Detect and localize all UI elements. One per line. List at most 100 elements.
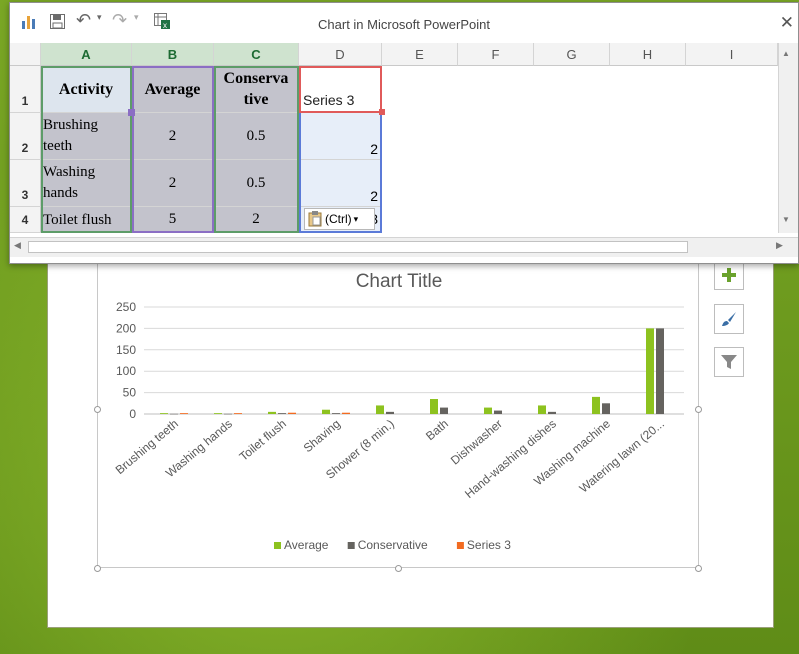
column-header-c[interactable]: C <box>214 43 299 66</box>
y-tick-label: 50 <box>123 386 137 400</box>
cell-c1[interactable]: Conserva tive <box>214 66 299 113</box>
scrollbar-thumb[interactable] <box>28 241 688 253</box>
column-header-a[interactable]: A <box>41 43 132 66</box>
resize-handle-bottom-right[interactable] <box>695 565 702 572</box>
cell-b3[interactable]: 2 <box>132 160 214 207</box>
column-header-g[interactable]: G <box>534 43 610 66</box>
bar-series-3 <box>342 412 350 414</box>
bar-average <box>322 409 330 414</box>
cell-c3[interactable]: 0.5 <box>214 160 299 207</box>
bar-average <box>646 328 654 414</box>
chart-area[interactable]: Chart Title 0 50 100 150 200 250 Brushing teeth… <box>97 258 699 568</box>
scroll-right-arrow-icon[interactable]: ▶ <box>776 240 783 251</box>
cell-b1[interactable]: Average <box>132 66 214 113</box>
bar-conservative <box>170 413 178 415</box>
scroll-down-arrow-icon[interactable]: ▼ <box>782 215 790 224</box>
cell-b4[interactable]: 5 <box>132 207 214 233</box>
legend-swatch <box>456 542 464 549</box>
clipboard-icon <box>308 211 322 227</box>
bar-series-3 <box>180 413 188 414</box>
chart-data-window: ↶ ▾ ↷ ▾ x Chart in Microsoft PowerPoint … <box>9 2 799 264</box>
chart-elements-icon <box>722 268 736 282</box>
row-header-4[interactable]: 4 <box>10 207 41 233</box>
chart-svg: Chart Title050100150200250Brushing teeth… <box>113 271 684 552</box>
column-header-h[interactable]: H <box>610 43 686 66</box>
bar-conservative <box>440 407 448 414</box>
column-header-i[interactable]: I <box>686 43 778 66</box>
cell-a4[interactable]: Toilet flush <box>41 207 132 233</box>
chart-styles-button[interactable] <box>714 304 744 334</box>
range-handle[interactable] <box>128 109 135 116</box>
bar-average <box>376 405 384 414</box>
y-tick-label: 250 <box>116 300 136 314</box>
spreadsheet-grid[interactable]: A B C D E F G H I ▲ ▼ 1 2 3 4 Activity A… <box>10 43 798 233</box>
x-tick-label: Shaving <box>301 417 343 456</box>
select-all-corner[interactable] <box>10 43 41 66</box>
chart-elements-button[interactable] <box>714 260 744 290</box>
x-tick-label: Hand-washing dishes <box>462 417 559 501</box>
column-header-f[interactable]: F <box>458 43 534 66</box>
legend-entry: Series 3 <box>467 538 511 552</box>
cell-d3[interactable]: 2 <box>299 160 382 207</box>
cell-d2[interactable]: 2 <box>299 113 382 160</box>
bar-conservative <box>278 413 286 414</box>
row-header-3[interactable]: 3 <box>10 160 41 207</box>
resize-handle-right[interactable] <box>695 406 702 413</box>
chart-title: Chart Title <box>356 271 443 292</box>
x-tick-label: Dishwasher <box>448 417 505 468</box>
bar-conservative <box>494 410 502 414</box>
bar-conservative <box>656 328 664 414</box>
range-handle[interactable] <box>379 109 385 115</box>
bar-conservative <box>332 413 340 414</box>
column-header-b[interactable]: B <box>132 43 214 66</box>
y-tick-label: 0 <box>129 407 136 421</box>
window-title: Chart in Microsoft PowerPoint <box>318 17 490 32</box>
cell-d1[interactable]: Series 3 <box>299 66 382 113</box>
legend-swatch <box>347 542 355 549</box>
bar-average <box>484 407 492 414</box>
row-header-1[interactable]: 1 <box>10 66 41 113</box>
bar-average <box>430 399 438 414</box>
bar-average <box>214 413 222 414</box>
chart-filters-icon <box>721 355 737 369</box>
horizontal-scrollbar[interactable]: ◀ ▶ <box>10 237 798 257</box>
row-header-2[interactable]: 2 <box>10 113 41 160</box>
bar-conservative <box>602 403 610 414</box>
resize-handle-bottom-left[interactable] <box>94 565 101 572</box>
y-tick-label: 100 <box>116 364 136 378</box>
legend-swatch <box>274 542 281 549</box>
paste-options-button[interactable]: (Ctrl) ▾ <box>304 208 375 230</box>
chart-styles-icon <box>722 312 736 326</box>
resize-handle-bottom[interactable] <box>395 565 402 572</box>
close-icon[interactable]: ✕ <box>780 13 794 33</box>
cell-c2[interactable]: 0.5 <box>214 113 299 160</box>
bar-conservative <box>386 411 394 414</box>
scroll-up-arrow-icon[interactable]: ▲ <box>782 49 790 58</box>
title-bar: ↶ ▾ ↷ ▾ x Chart in Microsoft PowerPoint … <box>10 3 798 43</box>
cell-b2[interactable]: 2 <box>132 113 214 160</box>
legend-entry: Average <box>284 538 329 552</box>
bar-conservative <box>548 411 556 414</box>
bar-conservative <box>224 413 232 415</box>
chevron-down-icon: ▾ <box>353 213 359 224</box>
cell-c4[interactable]: 2 <box>214 207 299 233</box>
cell-a3[interactable]: Washing hands <box>41 160 132 207</box>
x-tick-label: Toilet flush <box>236 417 288 464</box>
bar-average <box>268 411 276 414</box>
vertical-scrollbar[interactable]: ▲ ▼ <box>778 43 798 233</box>
scroll-left-arrow-icon[interactable]: ◀ <box>14 240 21 251</box>
x-tick-label: Bath <box>423 417 451 444</box>
y-tick-label: 150 <box>116 343 136 357</box>
column-header-e[interactable]: E <box>382 43 458 66</box>
bar-average <box>592 396 600 414</box>
column-header-d[interactable]: D <box>299 43 382 66</box>
resize-handle-left[interactable] <box>94 406 101 413</box>
bar-average <box>538 405 546 414</box>
bar-series-3 <box>234 413 242 414</box>
chart-filters-button[interactable] <box>714 347 744 377</box>
bar-series-3 <box>288 412 296 414</box>
y-tick-label: 200 <box>116 321 136 335</box>
legend-entry: Conservative <box>358 538 428 552</box>
cell-a1[interactable]: Activity <box>41 66 132 113</box>
cell-a2[interactable]: Brushing teeth <box>41 113 132 160</box>
